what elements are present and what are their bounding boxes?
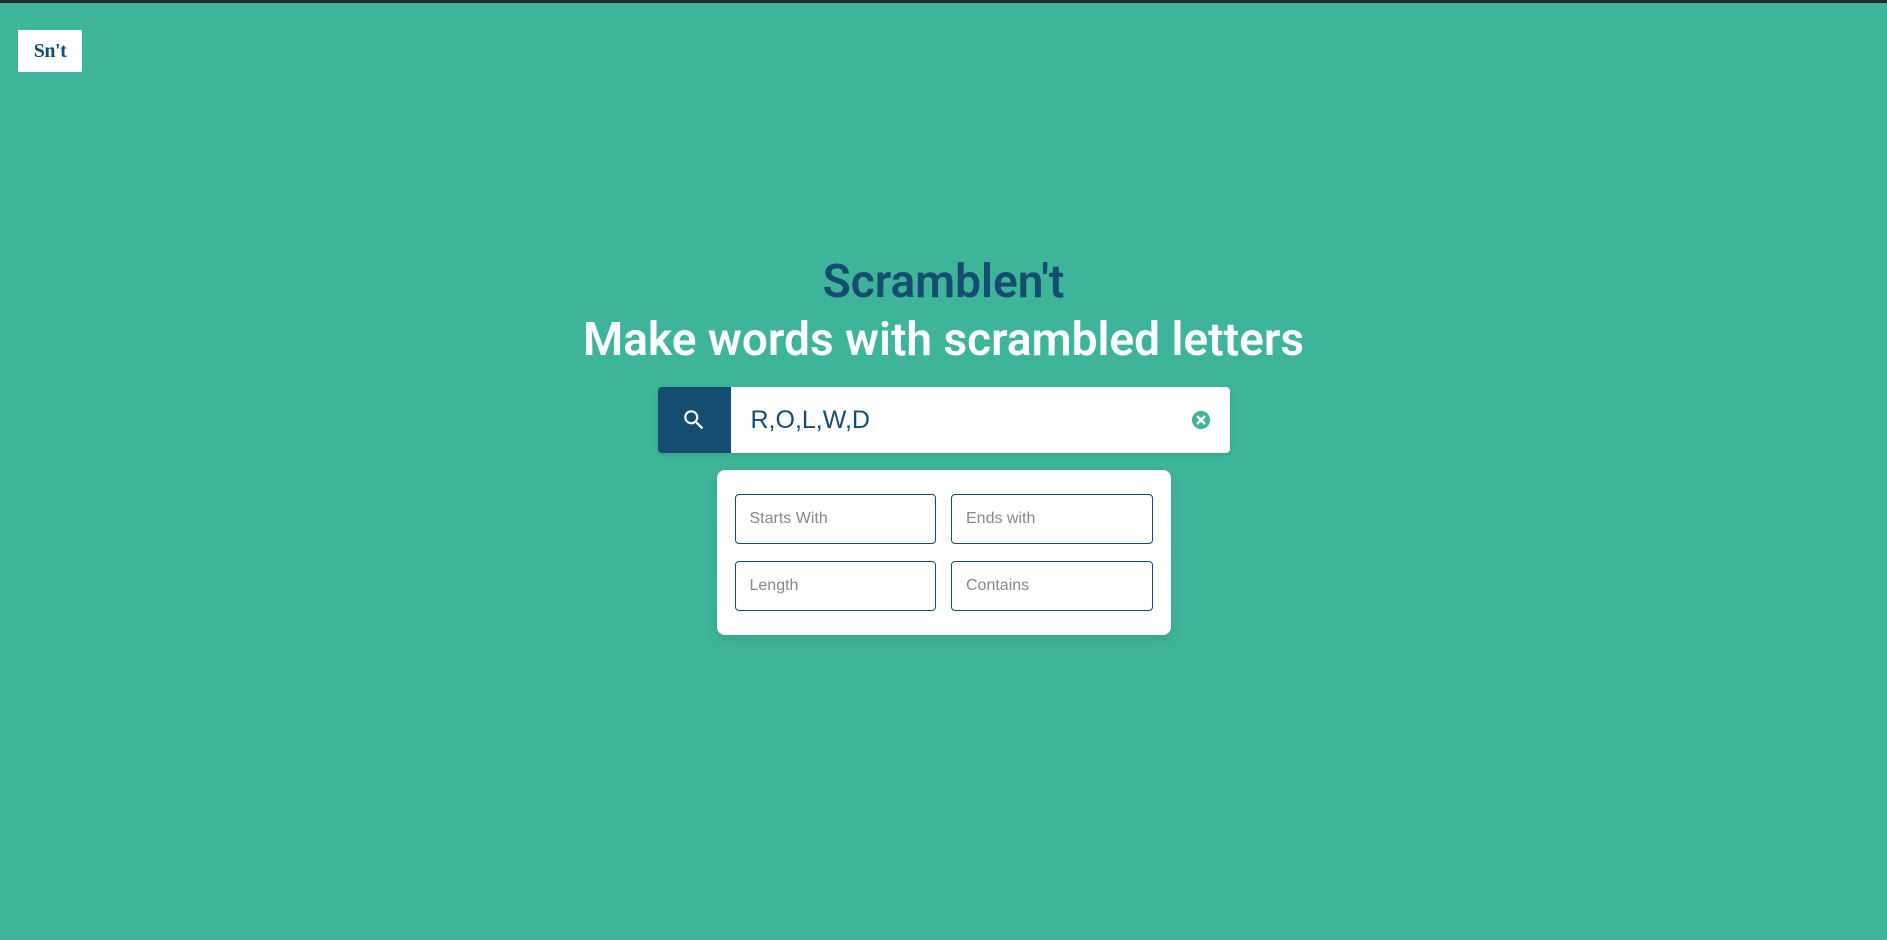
starts-with-input[interactable] bbox=[735, 494, 937, 544]
search-input-container bbox=[731, 387, 1230, 453]
page-subtitle: Make words with scrambled letters bbox=[0, 313, 1887, 367]
page-title: Scramblen't bbox=[0, 255, 1887, 309]
filters-panel bbox=[717, 470, 1171, 635]
search-input[interactable] bbox=[751, 406, 1192, 435]
hero-section: Scramblen't Make words with scrambled le… bbox=[0, 255, 1887, 367]
search-icon bbox=[681, 407, 707, 433]
close-icon bbox=[1196, 415, 1206, 425]
logo[interactable]: Sn't bbox=[18, 30, 82, 72]
search-bar bbox=[658, 387, 1230, 453]
length-input[interactable] bbox=[735, 561, 937, 611]
logo-text: Sn't bbox=[34, 40, 66, 63]
ends-with-input[interactable] bbox=[951, 494, 1153, 544]
contains-input[interactable] bbox=[951, 561, 1153, 611]
search-button[interactable] bbox=[658, 387, 731, 453]
clear-button[interactable] bbox=[1192, 411, 1210, 429]
top-border bbox=[0, 0, 1887, 3]
